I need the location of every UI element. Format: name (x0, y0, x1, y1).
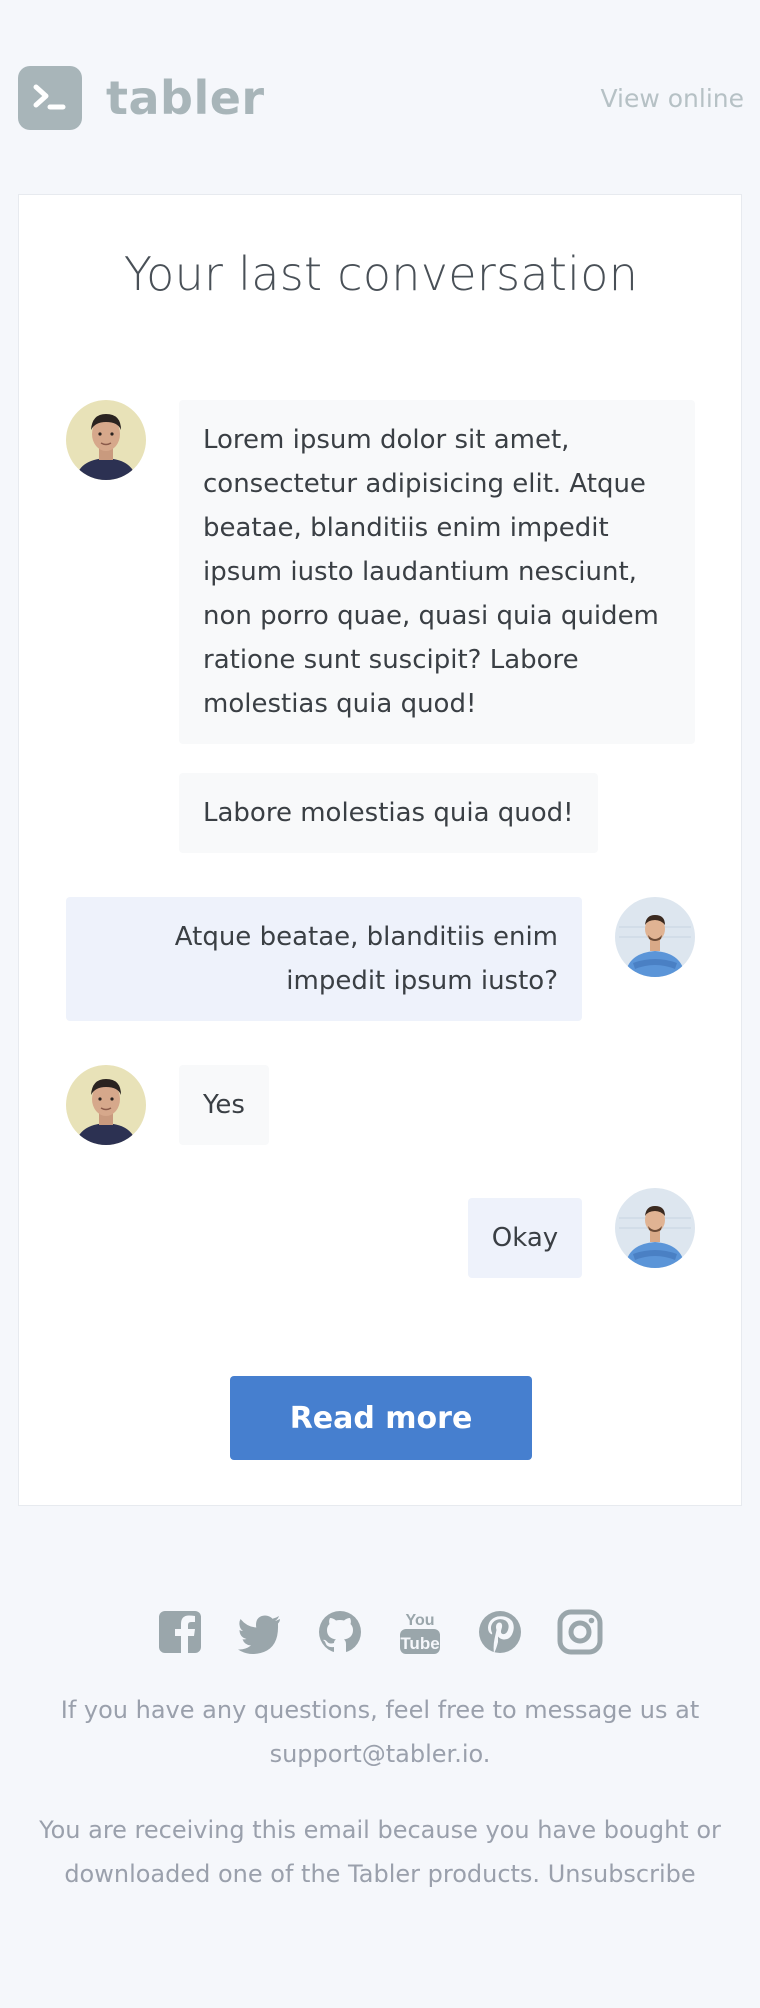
message-bubble: Labore molestias quia quod! (179, 773, 598, 853)
man-dark-shirt-avatar (66, 400, 146, 480)
read-more-button[interactable]: Read more (230, 1376, 532, 1460)
youtube-icon[interactable]: You Tube (396, 1608, 444, 1656)
github-icon[interactable] (316, 1608, 364, 1656)
social-links: You Tube (0, 1608, 760, 1656)
view-online-link[interactable]: View online (600, 84, 744, 113)
svg-text:You: You (405, 1612, 434, 1629)
questions-end: . (482, 1740, 491, 1768)
tabler-logo[interactable]: tabler (18, 66, 265, 130)
questions-text: If you have any questions, feel free to … (60, 1696, 700, 1724)
receiving-note: You are receiving this email because you… (30, 1808, 730, 1896)
twitter-icon[interactable] (236, 1608, 284, 1656)
message-bubble: Yes (179, 1065, 269, 1145)
conversation-card: Your last conversation Lorem ipsum dolor… (18, 194, 742, 1506)
brand-name: tabler (106, 71, 265, 125)
message-bubble: Lorem ipsum dolor sit amet, consectetur … (179, 400, 695, 744)
pinterest-icon[interactable] (476, 1608, 524, 1656)
email-page: tabler View online Your last conversatio… (0, 0, 760, 2008)
support-email-link[interactable]: support@tabler.io (270, 1740, 483, 1768)
email-header: tabler View online (18, 66, 744, 130)
man-blue-shirt-avatar (615, 897, 695, 977)
message-bubble: Atque beatae, blanditiis enim impedit ip… (66, 897, 582, 1021)
instagram-icon[interactable] (556, 1608, 604, 1656)
unsubscribe-link[interactable]: Unsubscribe (548, 1860, 696, 1888)
svg-text:Tube: Tube (400, 1634, 439, 1653)
card-title: Your last conversation (123, 247, 639, 301)
man-blue-shirt-avatar (615, 1188, 695, 1268)
facebook-icon[interactable] (156, 1608, 204, 1656)
questions-note: If you have any questions, feel free to … (30, 1688, 730, 1776)
terminal-icon (18, 66, 82, 130)
man-dark-shirt-avatar (66, 1065, 146, 1145)
message-bubble: Okay (468, 1198, 582, 1278)
